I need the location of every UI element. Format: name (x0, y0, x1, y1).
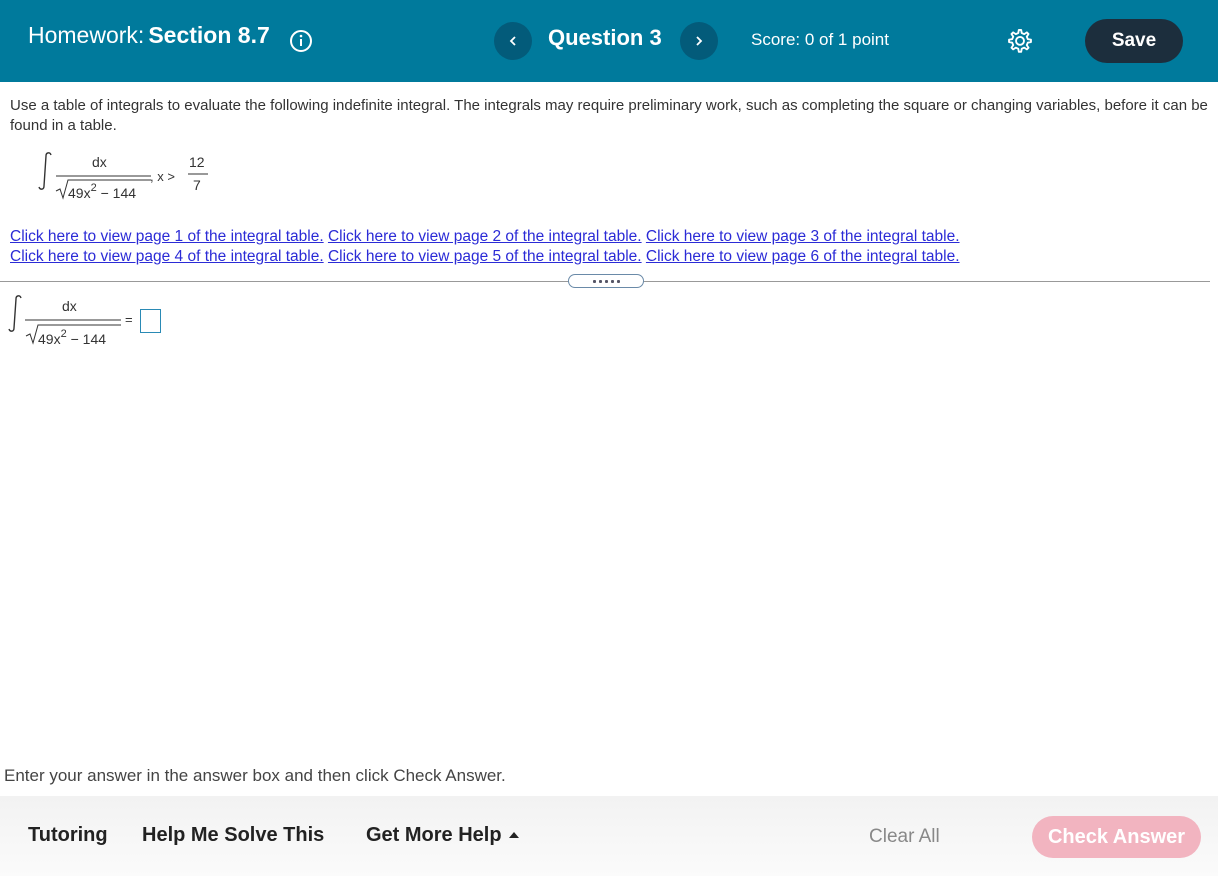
integral-table-page-6-link[interactable]: Click here to view page 6 of the integra… (646, 248, 960, 265)
answer-input[interactable] (140, 309, 161, 333)
integral-sign (38, 152, 52, 190)
dot (604, 279, 608, 283)
expand-handle[interactable] (568, 274, 644, 288)
homework-title: Homework: Section 8.7 (28, 22, 270, 49)
get-more-help-label: Get More Help (366, 824, 502, 846)
radicand: 49x2 − 144 (38, 328, 106, 347)
caret-up-icon (508, 832, 519, 838)
get-more-help-button[interactable]: Get More Help (366, 824, 519, 847)
question-title: Question 3 (548, 25, 662, 50)
condition-prefix: , x > (150, 169, 175, 184)
dot (610, 279, 614, 283)
info-icon[interactable] (289, 29, 313, 53)
chevron-left-icon (509, 36, 516, 46)
dot (592, 279, 596, 283)
homework-label: Homework: (28, 22, 145, 48)
top-bar: Homework: Section 8.7 Question 3 Score: 0… (0, 0, 1218, 82)
save-button[interactable]: Save (1085, 19, 1183, 63)
integral-sign (8, 295, 22, 332)
problem-integral: dx 49x2 − 144 , x > 12 7 (34, 150, 224, 210)
integral-table-page-2-link[interactable]: Click here to view page 2 of the integra… (328, 228, 642, 245)
integral-expression: dx 49x2 − 144 , x > 12 7 (38, 152, 208, 201)
next-question-button[interactable] (680, 22, 718, 60)
integral-table-links: Click here to view page 1 of the integra… (10, 227, 960, 267)
integral-table-page-5-link[interactable]: Click here to view page 5 of the integra… (328, 248, 642, 265)
chevron-right-icon (696, 36, 703, 46)
question-instructions: Use a table of integrals to evaluate the… (10, 97, 1208, 134)
help-me-solve-button[interactable]: Help Me Solve This (142, 824, 324, 847)
clear-all-button[interactable]: Clear All (869, 826, 940, 848)
condition-denominator: 7 (193, 177, 201, 193)
integral-table-page-1-link[interactable]: Click here to view page 1 of the integra… (10, 228, 324, 245)
radicand: 49x2 − 144 (68, 182, 136, 201)
numerator-dx: dx (62, 298, 77, 314)
bottom-bar: Tutoring Help Me Solve This Get More Hel… (0, 796, 1218, 876)
answer-integral: dx 49x2 − 144 = (4, 294, 144, 354)
tutoring-button[interactable]: Tutoring (28, 824, 108, 847)
integral-table-page-3-link[interactable]: Click here to view page 3 of the integra… (646, 228, 960, 245)
score-text: Score: 0 of 1 point (751, 30, 889, 49)
check-answer-button[interactable]: Check Answer (1032, 816, 1201, 858)
dot (616, 279, 620, 283)
previous-question-button[interactable] (494, 22, 532, 60)
links-row-2: Click here to view page 4 of the integra… (10, 247, 960, 267)
enter-answer-message: Enter your answer in the answer box and … (4, 766, 506, 785)
section-title: Section 8.7 (148, 22, 270, 48)
links-row-1: Click here to view page 1 of the integra… (10, 227, 960, 247)
condition-numerator: 12 (189, 154, 205, 170)
answer-expression: dx 49x2 − 144 = (8, 295, 133, 347)
gear-icon[interactable] (1006, 27, 1034, 55)
numerator-dx: dx (92, 154, 107, 170)
equals-sign: = (125, 312, 133, 327)
integral-table-page-4-link[interactable]: Click here to view page 4 of the integra… (10, 248, 324, 265)
dot (598, 279, 602, 283)
